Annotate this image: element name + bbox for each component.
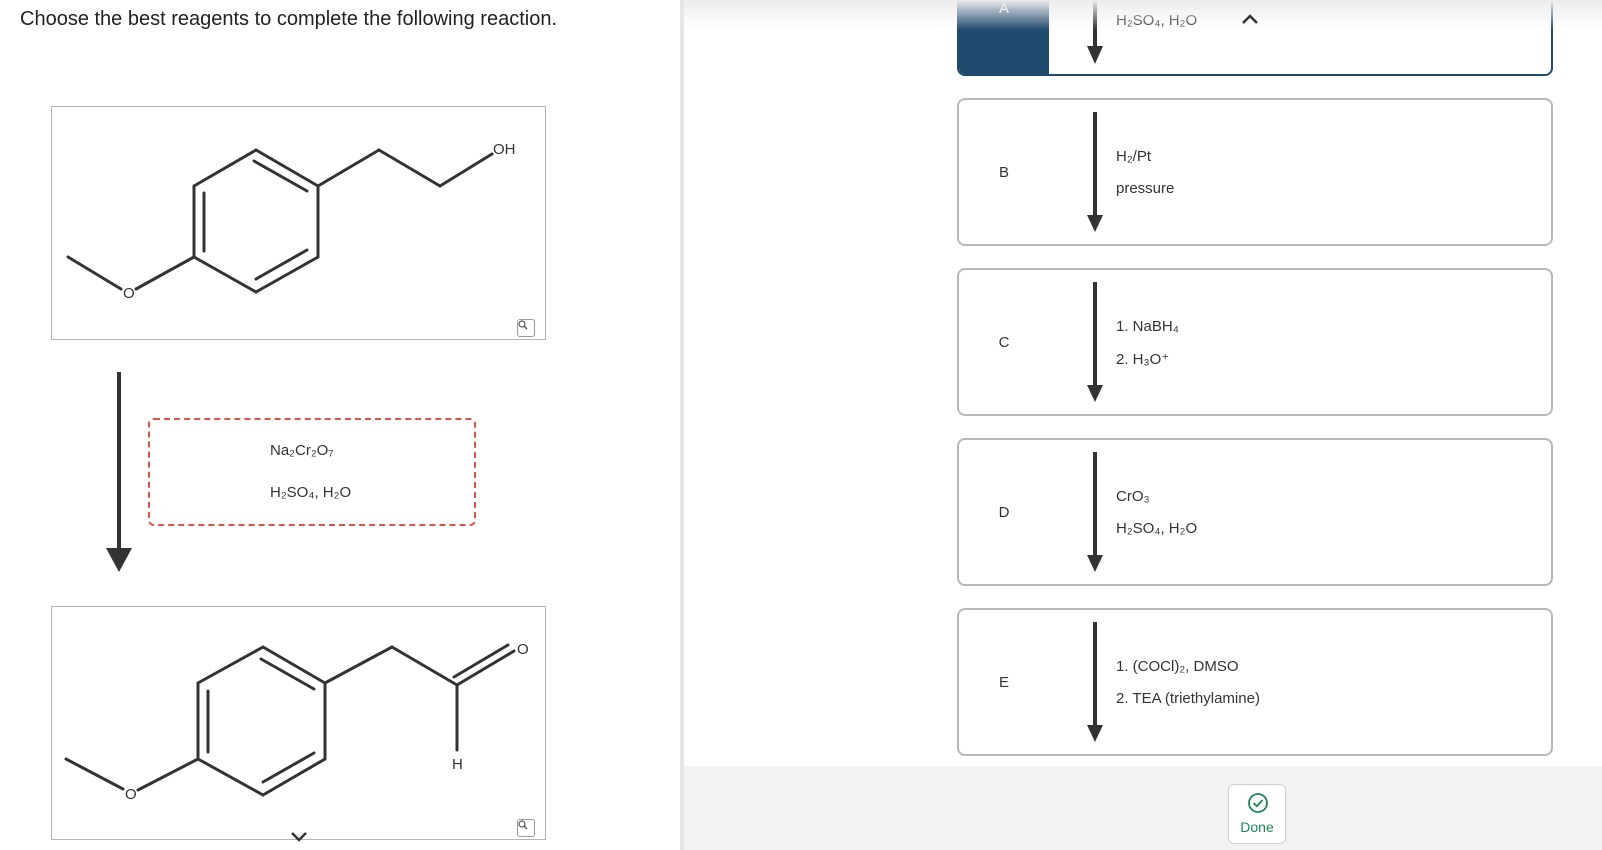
option-letter-column: A [959, 0, 1049, 74]
reaction-arrow-icon [1087, 0, 1103, 64]
option-letter: E [998, 674, 1009, 691]
option-letter: D [998, 504, 1010, 521]
check-circle-icon [1248, 793, 1268, 813]
reaction-arrow [106, 372, 132, 572]
reaction-arrow-icon [1087, 622, 1103, 742]
chevron-up-icon[interactable] [1240, 12, 1260, 26]
option-letter-column: D [959, 440, 1049, 584]
chevron-down-icon[interactable] [289, 830, 309, 844]
option-reagent-line1: 1. NaBH₄ [1116, 318, 1179, 335]
option-d[interactable]: D CrO₃ H₂SO₄, H₂O [957, 438, 1553, 586]
bottom-bar [684, 766, 1602, 850]
magnifier-icon [518, 320, 528, 330]
option-reagent-line2: H₂SO₄, H₂O [1116, 520, 1198, 537]
option-letter: C [998, 334, 1010, 351]
option-letter-column: B [959, 100, 1049, 244]
question-panel: Choose the best reagents to complete the… [0, 0, 680, 850]
option-e[interactable]: E 1. (COCl)₂, DMSO 2. TEA (triethylamine… [957, 608, 1553, 756]
question-text: Choose the best reagents to complete the… [20, 8, 557, 30]
option-reagent-line1: H₂/Pt [1116, 148, 1151, 165]
carbonyl-oxygen-label: O [517, 641, 529, 658]
drop-zone-reagent-line2: H₂SO₄, H₂O [270, 484, 352, 501]
starting-material-structure: OH O [66, 141, 516, 302]
option-reagent-line2: 2. TEA (triethylamine) [1116, 690, 1260, 707]
option-letter: A [998, 0, 1009, 17]
option-letter: B [998, 164, 1009, 181]
option-reagent-line1: H₂SO₄, H₂O [1116, 12, 1198, 29]
option-letter-column: C [959, 270, 1049, 414]
option-c[interactable]: C 1. NaBH₄ 2. H₃O⁺ [957, 268, 1553, 416]
magnifier-icon [518, 820, 528, 830]
reaction-arrow-icon [1087, 112, 1103, 232]
zoom-button[interactable] [517, 319, 535, 337]
reaction-arrow-icon [1087, 452, 1103, 572]
ether-oxygen-label: O [123, 285, 135, 302]
options-panel: A H₂SO₄, H₂O B H₂/Pt pressure C 1. NaBH₄… [684, 0, 1602, 850]
aldehyde-hydrogen-label: H [452, 756, 463, 773]
done-button-label: Done [1240, 819, 1274, 835]
hydroxyl-label: OH [493, 141, 516, 158]
option-reagent-line2: pressure [1116, 180, 1175, 197]
option-reagent-line1: 1. (COCl)₂, DMSO [1116, 658, 1239, 675]
option-letter-column: E [959, 610, 1049, 754]
reaction-arrow-icon [1087, 282, 1103, 402]
zoom-button[interactable] [517, 819, 535, 837]
option-b[interactable]: B H₂/Pt pressure [957, 98, 1553, 246]
done-button[interactable]: Done [1228, 784, 1286, 844]
product-box: O H O [51, 606, 546, 840]
starting-material-box: OH O [51, 106, 546, 340]
product-structure: O H O [64, 641, 529, 803]
ether-oxygen-label: O [125, 786, 137, 803]
reagent-drop-zone[interactable]: Na₂Cr₂O₇ H₂SO₄, H₂O [148, 418, 476, 526]
drop-zone-reagent-line1: Na₂Cr₂O₇ [270, 442, 334, 459]
option-reagent-line2: 2. H₃O⁺ [1116, 351, 1170, 368]
option-reagent-line1: CrO₃ [1116, 488, 1150, 505]
